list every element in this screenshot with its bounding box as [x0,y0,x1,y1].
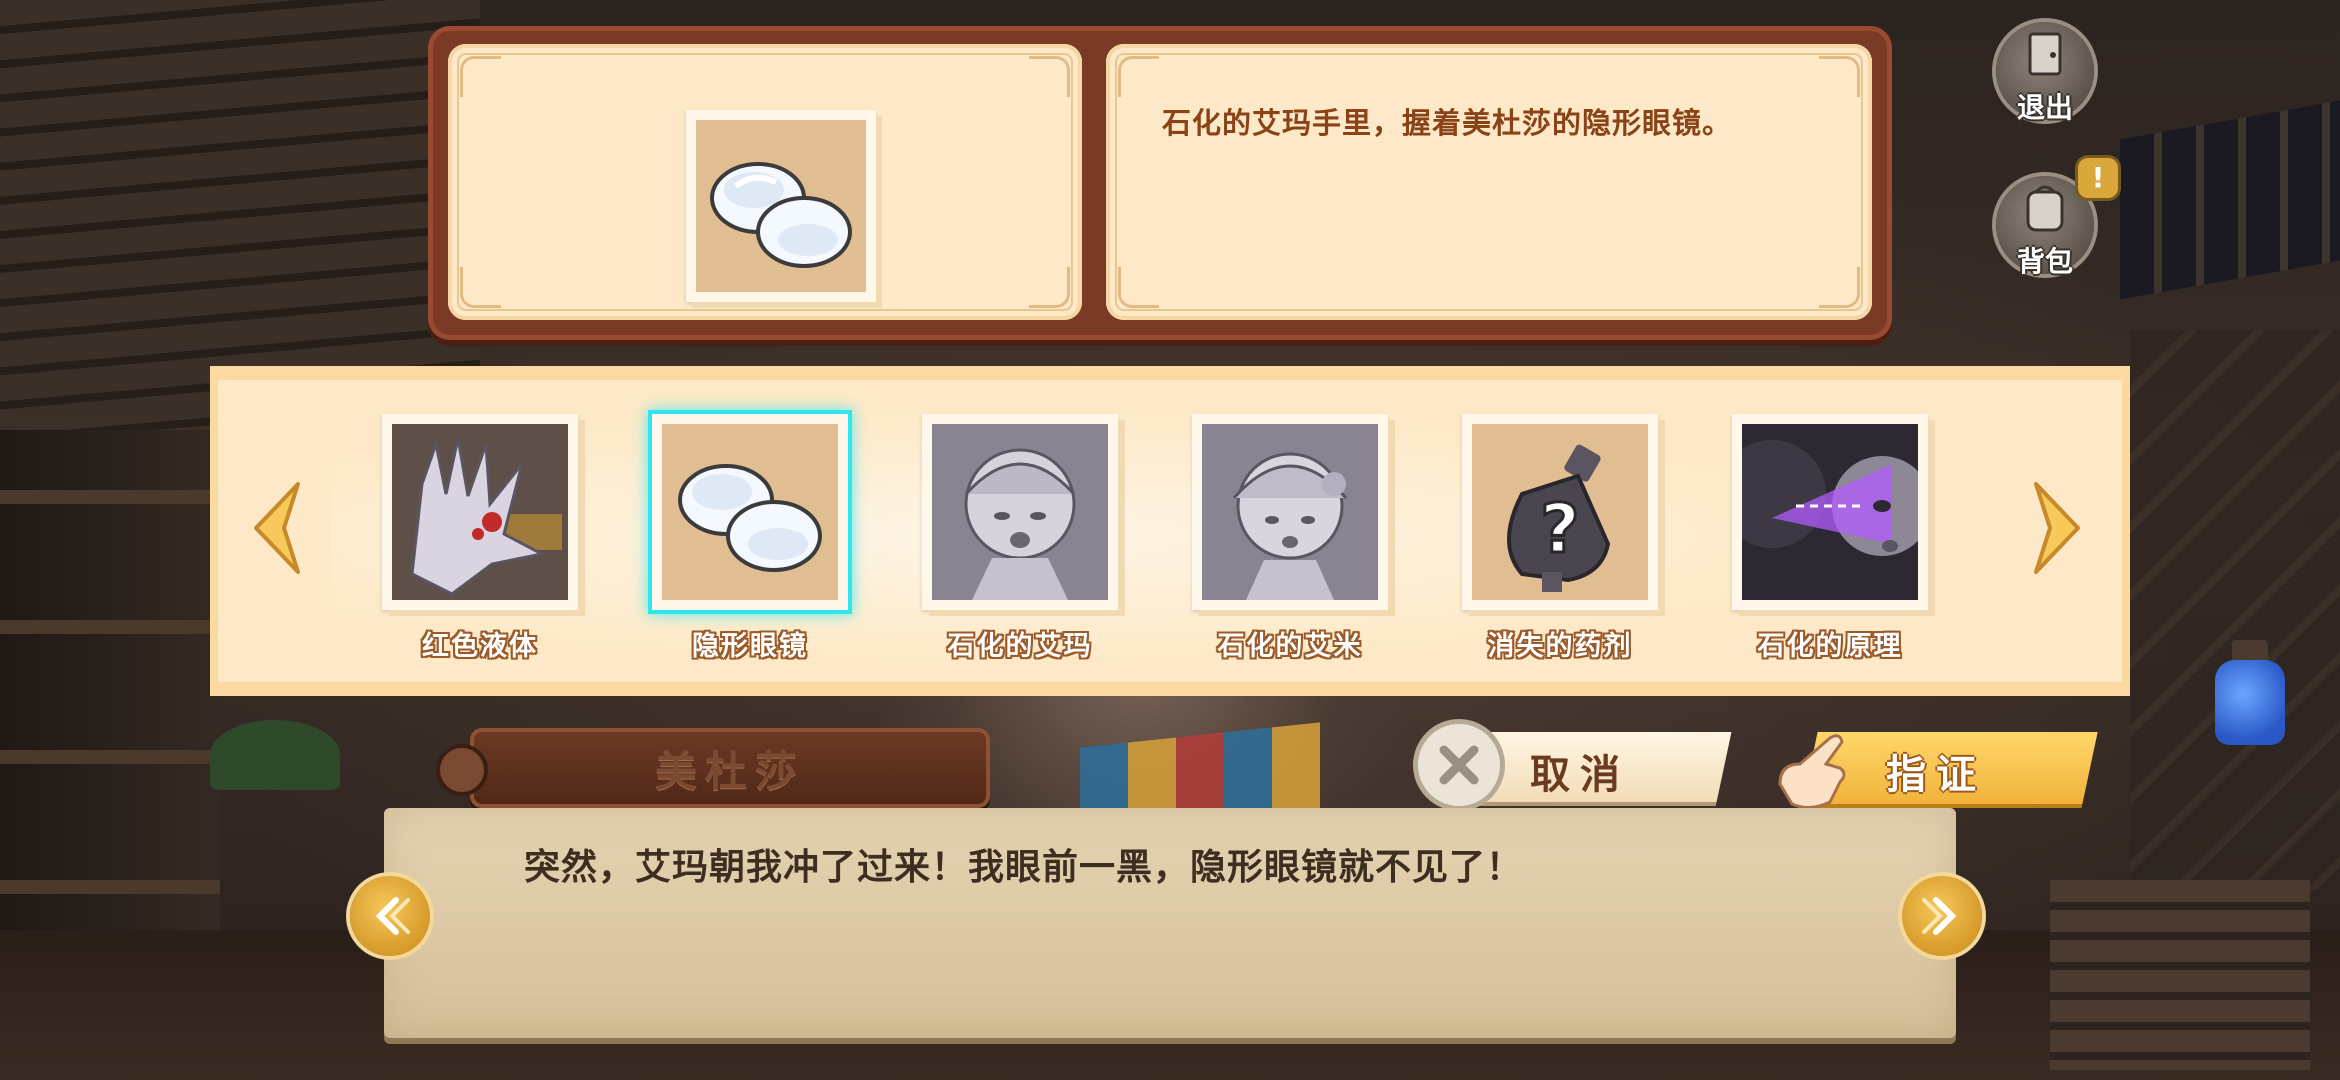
bag-alert-badge: ! [2078,158,2118,198]
corner-ornament [1118,267,1159,308]
corner-ornament [1819,56,1860,97]
contact-lenses-icon [678,464,822,572]
pointing-hand-icon [1778,734,1846,809]
accuse-button[interactable]: 指证 [1770,724,2104,814]
corner-ornament [1029,56,1070,97]
exit-label: 退出 [2016,91,2073,124]
potion-bottle-icon: ? [1507,444,1611,592]
potted-plant [210,720,340,790]
right-window [2120,100,2340,300]
evidence-selector: 红色液体 隐形眼镜 石化的艾玛 石化的艾米 ? 消失的药剂 石化的原理 [210,366,2130,696]
book-stack [2050,880,2310,1070]
blue-bottle [2215,660,2285,745]
corner-ornament [1819,267,1860,308]
contact-lenses-icon [710,162,852,268]
chevron-right-icon[interactable] [2030,478,2086,578]
dialogue-box[interactable]: 突然，艾玛朝我冲了过来！我眼前一黑，隐形眼镜就不见了！ [384,808,1956,1038]
evidence-item-red-liquid[interactable]: 红色液体 [376,414,584,662]
evidence-photo [652,414,848,610]
corner-ornament [460,56,501,97]
gaze-beam-icon [1718,424,1932,600]
cancel-label: 取消 [1530,752,1630,798]
evidence-photo [922,414,1118,610]
chevron-left-icon[interactable] [248,478,304,578]
evidence-label: 红色液体 [422,631,538,662]
speaker-name: 美杜莎 [654,747,805,796]
evidence-description: 石化的艾玛手里，握着美杜莎的隐形眼镜。 [1162,106,1733,140]
speaker-nameplate: 美杜莎 [440,722,1016,818]
evidence-item-missing-potion[interactable]: ? 消失的药剂 [1456,414,1664,662]
exit-button[interactable]: 退出 [1996,22,2094,124]
double-chevron-right-icon [1922,897,1957,935]
bag-label: 背包 [2016,245,2073,278]
evidence-label: 消失的药剂 [1487,631,1633,662]
bloody-hand-icon [392,424,568,600]
svg-text:?: ? [1540,490,1579,569]
evidence-label: 石化的原理 [1757,631,1903,662]
evidence-label: 隐形眼镜 [692,631,808,662]
previous-dialogue-button[interactable] [350,876,430,956]
petrified-girl-icon [932,424,1108,600]
petrified-girl-icon [1202,424,1378,600]
stairs [2130,330,2340,890]
next-dialogue-button[interactable] [1902,876,1982,956]
evidence-photo: ? [1462,414,1658,610]
evidence-label: 石化的艾玛 [947,631,1093,662]
accuse-label: 指证 [1886,752,1986,798]
evidence-description-card: 石化的艾玛手里，握着美杜莎的隐形眼镜。 [1106,44,1872,320]
evidence-photo [382,414,578,610]
close-icon [1418,724,1500,806]
evidence-photo [1192,414,1388,610]
dialogue-text: 突然，艾玛朝我冲了过来！我眼前一黑，隐形眼镜就不见了！ [524,847,1524,888]
evidence-item-petrified-emma[interactable]: 石化的艾玛 [916,414,1124,662]
evidence-detail-panel: 石化的艾玛手里，握着美杜莎的隐形眼镜。 [428,26,1892,340]
evidence-item-contact-lenses[interactable]: 隐形眼镜 [646,414,854,662]
evidence-item-petrified-amy[interactable]: 石化的艾米 [1186,414,1394,662]
evidence-item-petrify-principle[interactable]: 石化的原理 [1718,414,1934,662]
corner-ornament [1118,56,1159,97]
evidence-label: 石化的艾米 [1217,631,1363,662]
double-chevron-left-icon [375,897,410,935]
selected-evidence-photo [686,110,876,302]
evidence-image-card [448,44,1082,320]
door-icon [2028,32,2062,76]
corner-ornament [460,267,501,308]
evidence-photo [1718,414,1932,610]
cancel-button[interactable]: 取消 [1418,724,1748,810]
corner-ornament [1029,267,1070,308]
